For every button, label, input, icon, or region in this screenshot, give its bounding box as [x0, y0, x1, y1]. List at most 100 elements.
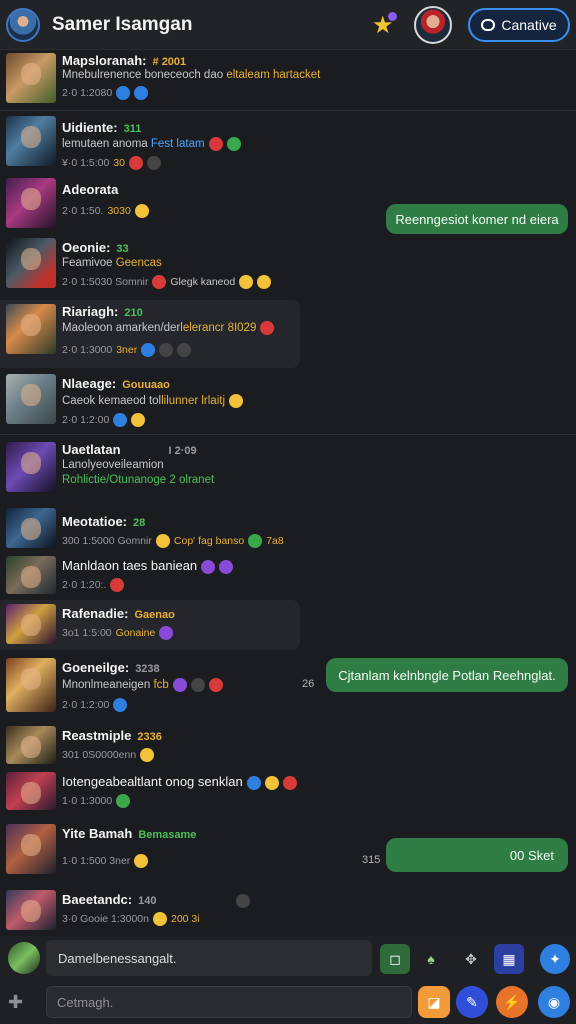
sender-avatar[interactable] [6, 824, 56, 874]
canative-button[interactable]: Canative [468, 8, 570, 42]
sender-avatar[interactable] [6, 508, 56, 548]
reaction-icon[interactable] [239, 275, 254, 289]
reaction-icon[interactable] [152, 912, 167, 926]
star-icon[interactable]: ★ [372, 12, 400, 40]
reaction-icon[interactable] [152, 275, 167, 289]
reaction-icon[interactable] [172, 678, 187, 692]
divider [0, 434, 576, 435]
sender-tag: 33 [116, 243, 129, 255]
sender-avatar[interactable] [6, 658, 56, 712]
message-meta: 2·0 1:5030 Somnir Glegk kaneod [62, 275, 272, 289]
reaction-icon[interactable] [134, 854, 149, 868]
message-item: Rafenadie: Gaenao 3o1 1:5:00 Gonaine [0, 602, 576, 648]
puzzle-icon[interactable]: ✚ [8, 992, 30, 1012]
message-item: Iotengeabealtlant onog senklan 1·0 1:300… [0, 770, 576, 814]
reaction-icon[interactable] [131, 413, 146, 427]
message-item: Meotatioe: 28 300 1:5000 Gomnir Cop' fag b… [0, 508, 576, 552]
reaction-icon[interactable] [219, 559, 234, 574]
quick-compose-text: Damelbenessangalt. [58, 950, 177, 966]
outgoing-message[interactable]: Cjtanlam kelnbngle Potlan Reehnglat. [326, 658, 568, 692]
reaction-icon[interactable] [246, 775, 261, 790]
reaction-icon[interactable] [113, 698, 128, 712]
reaction-icon[interactable] [128, 156, 143, 170]
message-feed[interactable]: Mapsloranah: # 2001 Mnebulrenence boneceo… [0, 50, 576, 936]
sender-avatar[interactable] [6, 772, 56, 810]
chat-bubble-icon [481, 19, 496, 31]
reaction-icon[interactable] [159, 626, 174, 640]
reaction-icon[interactable] [248, 534, 263, 548]
reaction-icon[interactable] [226, 137, 241, 151]
bolt-icon[interactable]: ⚡ [496, 986, 528, 1018]
tool-icon[interactable]: ✎ [456, 986, 488, 1018]
shield-icon[interactable]: ✦ [540, 944, 570, 974]
sticker-icon[interactable]: ◻ [380, 944, 410, 974]
message-meta: 2·0 1:2:00 [62, 698, 128, 712]
sender-avatar[interactable] [6, 442, 56, 492]
reaction-icon[interactable] [236, 893, 251, 908]
reaction-icon[interactable] [229, 394, 244, 408]
sender-avatar[interactable] [6, 604, 56, 644]
reaction-icon[interactable] [177, 343, 192, 357]
sender-avatar[interactable] [6, 116, 56, 166]
sender-tag: 3238 [135, 663, 160, 675]
reaction-icon[interactable] [134, 86, 149, 100]
sender-tag: 210 [124, 307, 143, 319]
message-meta: 3·0 Gooie 1:3000n 200 3i [62, 912, 200, 926]
sender-avatar[interactable] [6, 53, 56, 103]
sender-name: Nlaeage: Gouuaao [62, 376, 170, 391]
gamepad-icon[interactable]: ✥ [456, 944, 486, 974]
sender-tag: # 2001 [152, 56, 187, 68]
message-meta: 2·0 1:20:. [62, 578, 125, 592]
message-input[interactable]: Cetmagh. [46, 986, 412, 1018]
outgoing-message[interactable]: Reenngesiot komer nd eiera [386, 204, 568, 234]
outgoing-message[interactable]: 00 Sket [386, 838, 568, 872]
sender-avatar[interactable] [6, 890, 56, 930]
reaction-icon[interactable] [140, 748, 155, 762]
reaction-icon[interactable] [208, 137, 223, 151]
profile-avatar[interactable] [414, 6, 452, 44]
sender-name: Baeetandc: 140 [62, 892, 251, 908]
reaction-icon[interactable] [116, 794, 131, 808]
sender-tag: 28 [133, 517, 146, 529]
reaction-icon[interactable] [257, 275, 272, 289]
sender-name: Iotengeabealtlant onog senklan [62, 774, 297, 790]
message-text: Maoleoon amarken/derlelerancr 8I029 [62, 321, 275, 335]
message-text: Feamivoe Geencas [62, 257, 162, 269]
message-meta: 300 1:5000 Gomnir Cop' fag banso 7a8 [62, 534, 284, 548]
reaction-icon[interactable] [113, 413, 128, 427]
reaction-icon[interactable] [141, 343, 156, 357]
reaction-icon[interactable] [116, 86, 131, 100]
sender-avatar[interactable] [6, 726, 56, 764]
quick-compose-field[interactable]: Damelbenessangalt. [46, 940, 372, 976]
message-meta: 2·0 1:2080 [62, 86, 149, 100]
sender-avatar[interactable] [6, 178, 56, 228]
reaction-icon[interactable] [201, 559, 216, 574]
grid-icon[interactable]: ▦ [494, 944, 524, 974]
reaction-icon[interactable] [282, 775, 297, 790]
reaction-icon[interactable] [208, 678, 223, 692]
reaction-icon[interactable] [155, 534, 170, 548]
sender-avatar[interactable] [6, 304, 56, 354]
reaction-icon[interactable] [260, 321, 275, 335]
reaction-icon[interactable] [264, 775, 279, 790]
my-avatar[interactable] [8, 942, 40, 974]
reaction-icon[interactable] [134, 204, 149, 218]
sender-name: Oeonie: 33 [62, 240, 129, 255]
reaction-icon[interactable] [159, 343, 174, 357]
message-text: Mnebulrenence boneceoch dao eltaleam har… [62, 69, 321, 81]
leaf-icon[interactable]: ♠ [416, 944, 446, 974]
message-meta: 2·0 1:50. 3030 [62, 204, 149, 218]
sender-name: Uidiente: 311 [62, 120, 142, 135]
message-item: Uidiente: 311 lemutaen anoma Fest latam ¥… [0, 116, 576, 176]
reaction-icon[interactable] [190, 678, 205, 692]
reaction-icon[interactable] [146, 156, 161, 170]
sender-tag: 2336 [137, 731, 162, 743]
user-avatar[interactable] [6, 7, 40, 42]
send-icon[interactable]: ◉ [538, 986, 570, 1018]
sender-avatar[interactable] [6, 238, 56, 288]
reaction-icon[interactable] [110, 578, 125, 592]
image-icon[interactable]: ◪ [418, 986, 450, 1018]
sender-avatar[interactable] [6, 374, 56, 424]
divider [0, 110, 576, 111]
sender-avatar[interactable] [6, 556, 56, 594]
